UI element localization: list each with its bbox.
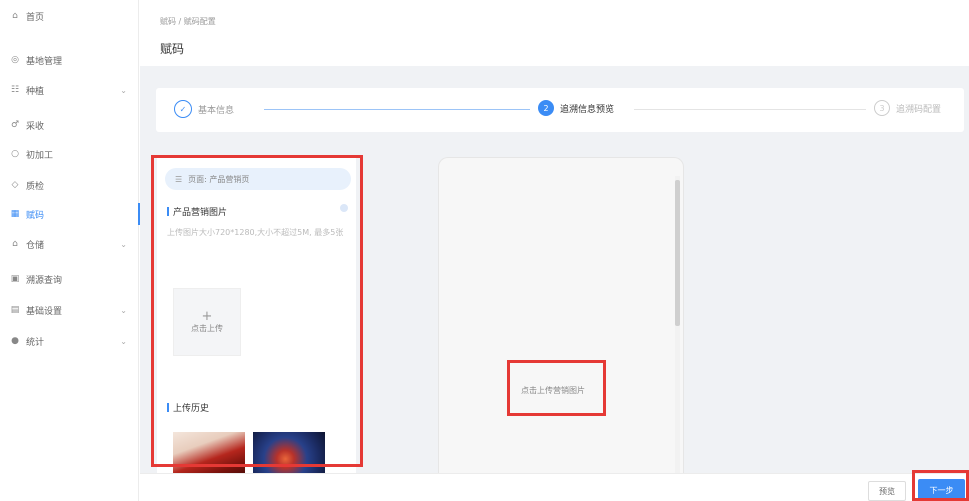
sidebar-item-home[interactable]: ⌂ 首页 [0, 5, 139, 27]
sidebar-item-base-management[interactable]: ◎ 基地管理 [0, 49, 139, 71]
sidebar-item-label: 赋码 [26, 210, 45, 221]
scrollbar-thumb[interactable] [675, 180, 680, 326]
footer-bar [140, 473, 969, 501]
step-trace-preview[interactable]: 2 追溯信息预览 [538, 100, 614, 116]
highlight-box [151, 155, 363, 467]
chart-icon: ● [11, 336, 19, 346]
app: ⌂ 首页 ◎ 基地管理 ☷ 种植 ⌄ ♂ 采收 ○ 初加工 ◇ 质检 ▦ 赋码 [0, 0, 969, 501]
steps-bar: ✓ 基本信息 2 追溯信息预览 3 追溯码配置 [156, 88, 964, 132]
sidebar-item-label: 采收 [26, 121, 45, 132]
shield-icon: ◇ [11, 180, 19, 190]
chevron-down-icon: ⌄ [120, 85, 127, 95]
preview-button[interactable]: 预览 [868, 481, 906, 501]
step-label: 追溯信息预览 [560, 104, 615, 115]
highlight-box [912, 470, 969, 501]
step-label: 基本信息 [198, 105, 235, 116]
sidebar-item-harvest[interactable]: ♂ 采收 [0, 114, 139, 136]
sidebar-item-label: 溯源查询 [26, 275, 63, 286]
sidebar-item-coding[interactable]: ▦ 赋码 [0, 203, 140, 225]
sidebar-item-basic-settings[interactable]: ▤ 基础设置 ⌄ [0, 299, 139, 321]
sidebar-item-label: 种植 [26, 86, 45, 97]
settings-icon: ▤ [10, 305, 20, 315]
phone-preview: 点击上传营销图片 [438, 157, 684, 482]
sidebar-item-label: 首页 [26, 12, 45, 23]
chevron-down-icon: ⌄ [120, 305, 127, 315]
step-trace-code-config[interactable]: 3 追溯码配置 [874, 100, 941, 116]
sidebar: ⌂ 首页 ◎ 基地管理 ☷ 种植 ⌄ ♂ 采收 ○ 初加工 ◇ 质检 ▦ 赋码 [0, 0, 140, 501]
sidebar-item-trace-query[interactable]: ▣ 溯源查询 [0, 268, 139, 290]
leaf-icon: ♂ [10, 120, 20, 130]
check-icon: ✓ [174, 100, 192, 118]
home-icon: ⌂ [12, 11, 18, 21]
sidebar-item-label: 质检 [26, 181, 45, 192]
breadcrumb[interactable]: 赋码 / 赋码配置 [160, 16, 216, 27]
step-connector [634, 109, 866, 110]
page-header: 赋码 / 赋码配置 赋码 [140, 0, 969, 66]
sidebar-item-label: 仓储 [26, 240, 45, 251]
chevron-down-icon: ⌄ [120, 336, 127, 346]
sidebar-item-label: 初加工 [26, 150, 54, 161]
step-number: 2 [538, 100, 554, 116]
grid-icon: ☷ [10, 85, 20, 95]
step-connector [264, 109, 530, 110]
sidebar-item-label: 基地管理 [26, 56, 63, 67]
page-title: 赋码 [160, 42, 185, 56]
sidebar-item-processing[interactable]: ○ 初加工 [0, 143, 139, 165]
sidebar-item-quality[interactable]: ◇ 质检 [0, 174, 139, 196]
step-basic-info[interactable]: ✓ 基本信息 [174, 100, 234, 118]
qrcode-icon: ▦ [10, 209, 20, 219]
chevron-down-icon: ⌄ [120, 239, 127, 249]
highlight-box [507, 360, 606, 416]
step-number: 3 [874, 100, 890, 116]
location-icon: ◎ [11, 55, 19, 65]
sidebar-item-storage[interactable]: ⌂ 仓储 ⌄ [0, 233, 139, 255]
search-icon: ▣ [10, 274, 20, 284]
sidebar-item-label: 统计 [26, 337, 45, 348]
warehouse-icon: ⌂ [12, 239, 18, 249]
sidebar-item-label: 基础设置 [26, 306, 63, 317]
step-label: 追溯码配置 [896, 104, 942, 115]
sidebar-item-planting[interactable]: ☷ 种植 ⌄ [0, 79, 139, 101]
refresh-icon: ○ [11, 149, 19, 159]
sidebar-item-statistics[interactable]: ● 统计 ⌄ [0, 330, 139, 352]
